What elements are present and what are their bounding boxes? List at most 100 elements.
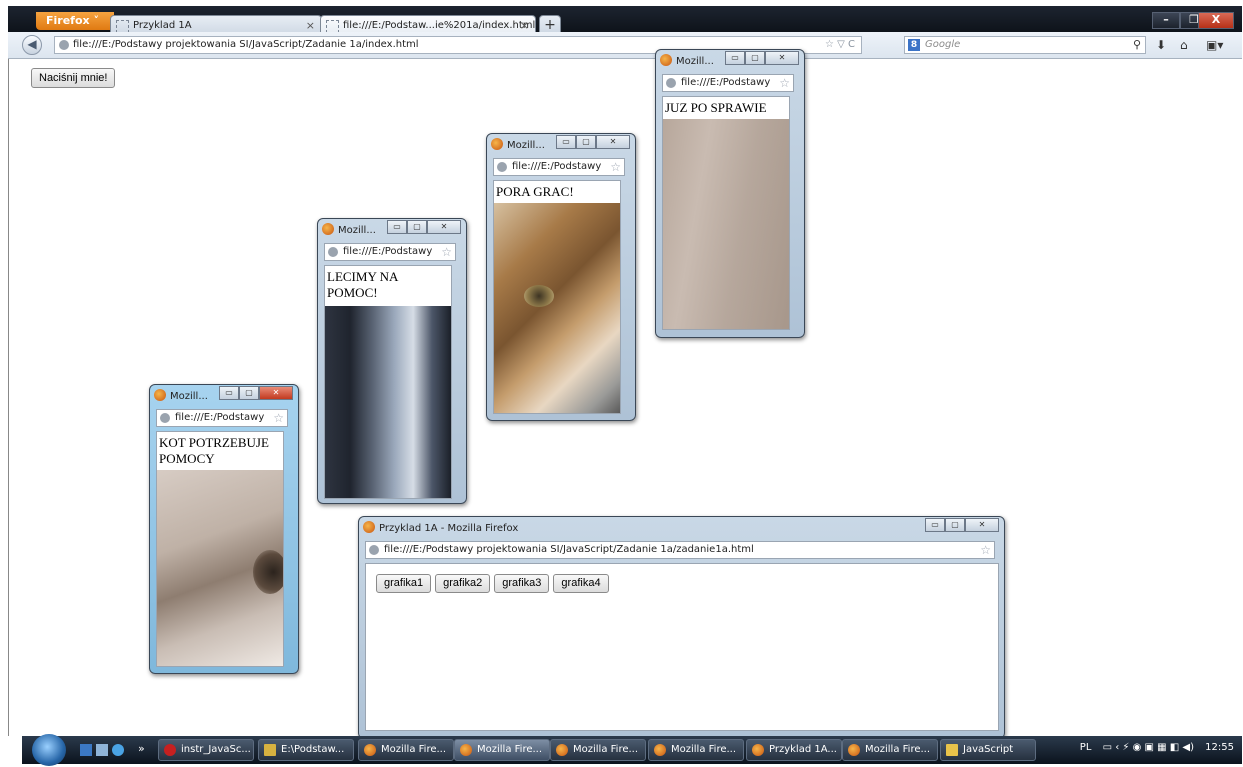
- browser-tab-bar: Firefox ˅ Przyklad 1A × file:///E:/Podst…: [8, 6, 1242, 36]
- popup-url: file:///E:/Podstawy: [512, 161, 602, 172]
- maximize-icon[interactable]: ▢: [576, 135, 596, 149]
- popup-url: file:///E:/Podstawy: [175, 412, 265, 423]
- popup-address-bar[interactable]: file:///E:/Podstawy ☆: [156, 409, 288, 427]
- taskbar-item-label: Mozilla Fire...: [477, 744, 543, 755]
- taskbar-item[interactable]: E:\Podstaw...: [258, 739, 354, 761]
- main-popup-window[interactable]: Przyklad 1A - Mozilla Firefox ▭ ▢ ✕ file:/…: [358, 516, 1005, 739]
- maximize-icon[interactable]: ▢: [945, 518, 965, 532]
- tab-label: file:///E:/Podstaw...ie%201a/index.html: [343, 20, 536, 31]
- back-button[interactable]: ◀: [22, 35, 42, 55]
- taskbar-item[interactable]: Przyklad 1A...: [746, 739, 842, 761]
- minimize-button[interactable]: –: [1152, 12, 1180, 29]
- popup-title: Mozill...: [507, 140, 545, 151]
- close-icon[interactable]: ✕: [259, 386, 293, 400]
- search-input[interactable]: 8 Google ⚲: [904, 36, 1146, 54]
- taskbar-item[interactable]: Mozilla Fire...: [842, 739, 938, 761]
- firefox-icon: [848, 744, 860, 756]
- home-icon[interactable]: ⌂: [1180, 38, 1188, 52]
- taskbar-item-label: instr_JavaSc...: [181, 744, 251, 755]
- language-indicator[interactable]: PL: [1080, 742, 1092, 753]
- grafika3-button[interactable]: grafika3: [494, 574, 550, 593]
- minimize-icon[interactable]: ▭: [556, 135, 576, 149]
- grafika2-button[interactable]: grafika2: [435, 574, 491, 593]
- minimize-icon[interactable]: ▭: [219, 386, 239, 400]
- quick-launch-overflow[interactable]: »: [138, 742, 145, 755]
- internet-explorer-icon[interactable]: [112, 744, 124, 756]
- grafika4-button[interactable]: grafika4: [553, 574, 609, 593]
- close-window-button[interactable]: X: [1198, 12, 1234, 29]
- taskbar-item-label: Mozilla Fire...: [671, 744, 737, 755]
- close-icon[interactable]: ✕: [765, 51, 799, 65]
- close-icon[interactable]: ✕: [965, 518, 999, 532]
- main-popup-url: file:///E:/Podstawy projektowania SI/Jav…: [384, 544, 754, 555]
- folder-icon: [946, 744, 958, 756]
- globe-icon: [497, 162, 507, 172]
- taskbar-item[interactable]: Mozilla Fire...: [550, 739, 646, 761]
- star-icon[interactable]: ☆: [980, 542, 991, 558]
- taskbar-item[interactable]: instr_JavaSc...: [158, 739, 254, 761]
- popup-address-bar[interactable]: file:///E:/Podstawy ☆: [324, 243, 456, 261]
- press-me-button[interactable]: Naciśnij mnie!: [31, 68, 116, 88]
- firefox-icon: [363, 521, 375, 533]
- star-icon[interactable]: ☆: [610, 159, 621, 175]
- close-icon[interactable]: ✕: [427, 220, 461, 234]
- search-placeholder: Google: [925, 39, 961, 50]
- firefox-icon: [364, 744, 376, 756]
- popup-address-bar[interactable]: file:///E:/Podstawy ☆: [493, 158, 625, 176]
- firefox-menu-button[interactable]: Firefox ˅: [36, 12, 114, 30]
- taskbar-item-label: Mozilla Fire...: [573, 744, 639, 755]
- taskbar-item[interactable]: Mozilla Fire...: [648, 739, 744, 761]
- firefox-icon: [322, 223, 334, 235]
- popup-window-controls: ▭ ▢ ✕: [725, 51, 799, 66]
- taskbar-item-label: E:\Podstaw...: [281, 744, 345, 755]
- main-popup-address-bar[interactable]: file:///E:/Podstawy projektowania SI/Jav…: [365, 541, 995, 559]
- cat-eye: [524, 285, 554, 307]
- maximize-icon[interactable]: ▢: [239, 386, 259, 400]
- empty-scene-image: [663, 119, 789, 329]
- popup-address-bar[interactable]: file:///E:/Podstawy ☆: [662, 74, 794, 92]
- firefox-icon: [556, 744, 568, 756]
- addons-icon[interactable]: ▣▾: [1206, 38, 1223, 52]
- minimize-icon[interactable]: ▭: [387, 220, 407, 234]
- firefox-icon: [491, 138, 503, 150]
- taskbar-item[interactable]: JavaScript: [940, 739, 1036, 761]
- popup-window-1[interactable]: Mozill... ▭ ▢ ✕ file:///E:/Podstawy ☆ KOT P…: [149, 384, 299, 674]
- bookmark-star-icon[interactable]: ☆ ▽ C: [825, 37, 855, 53]
- taskbar-item[interactable]: Mozilla Fire...: [358, 739, 454, 761]
- maximize-icon[interactable]: ▢: [407, 220, 427, 234]
- minimize-icon[interactable]: ▭: [725, 51, 745, 65]
- star-icon[interactable]: ☆: [273, 410, 284, 426]
- google-icon[interactable]: 8: [908, 39, 920, 51]
- close-icon[interactable]: ✕: [596, 135, 630, 149]
- taskbar-item[interactable]: Mozilla Fire...: [454, 739, 550, 761]
- main-popup-title: Przyklad 1A - Mozilla Firefox: [379, 523, 519, 534]
- star-icon[interactable]: ☆: [779, 75, 790, 91]
- taskbar-item-label: JavaScript: [963, 744, 1014, 755]
- popup-window-2[interactable]: Mozill... ▭ ▢ ✕ file:///E:/Podstawy ☆ LECIM…: [317, 218, 467, 504]
- cat-image: [494, 203, 620, 413]
- globe-icon: [160, 413, 170, 423]
- tray-icons[interactable]: ▭ ‹ ⚡ ◉ ▣ ▦ ◧ ◀): [1103, 742, 1194, 753]
- popup-window-4[interactable]: Mozill... ▭ ▢ ✕ file:///E:/Podstawy ☆ JUZ P…: [655, 49, 805, 338]
- globe-icon: [59, 40, 69, 50]
- search-icon[interactable]: ⚲: [1133, 37, 1141, 53]
- popup-window-controls: ▭ ▢ ✕: [556, 135, 630, 150]
- globe-icon: [328, 247, 338, 257]
- address-text: file:///E:/Podstawy projektowania SI/Jav…: [73, 39, 419, 50]
- popup-url: file:///E:/Podstawy: [343, 246, 433, 257]
- main-popup-page: grafika1 grafika2 grafika3 grafika4: [365, 563, 999, 731]
- navigation-bar: ◀ file:///E:/Podstawy projektowania SI/J…: [8, 32, 1242, 59]
- popup-page: JUZ PO SPRAWIE: [662, 96, 790, 330]
- star-icon[interactable]: ☆: [441, 244, 452, 260]
- switch-windows-icon[interactable]: [96, 744, 108, 756]
- grafika1-button[interactable]: grafika1: [376, 574, 432, 593]
- start-button[interactable]: [32, 734, 66, 766]
- download-icon[interactable]: ⬇: [1156, 38, 1166, 52]
- firefox-icon: [660, 54, 672, 66]
- show-desktop-icon[interactable]: [80, 744, 92, 756]
- clock[interactable]: 12:55: [1205, 742, 1234, 753]
- maximize-icon[interactable]: ▢: [745, 51, 765, 65]
- minimize-icon[interactable]: ▭: [925, 518, 945, 532]
- popup-message: PORA GRAC!: [496, 184, 574, 199]
- popup-window-3[interactable]: Mozill... ▭ ▢ ✕ file:///E:/Podstawy ☆ PORA …: [486, 133, 636, 421]
